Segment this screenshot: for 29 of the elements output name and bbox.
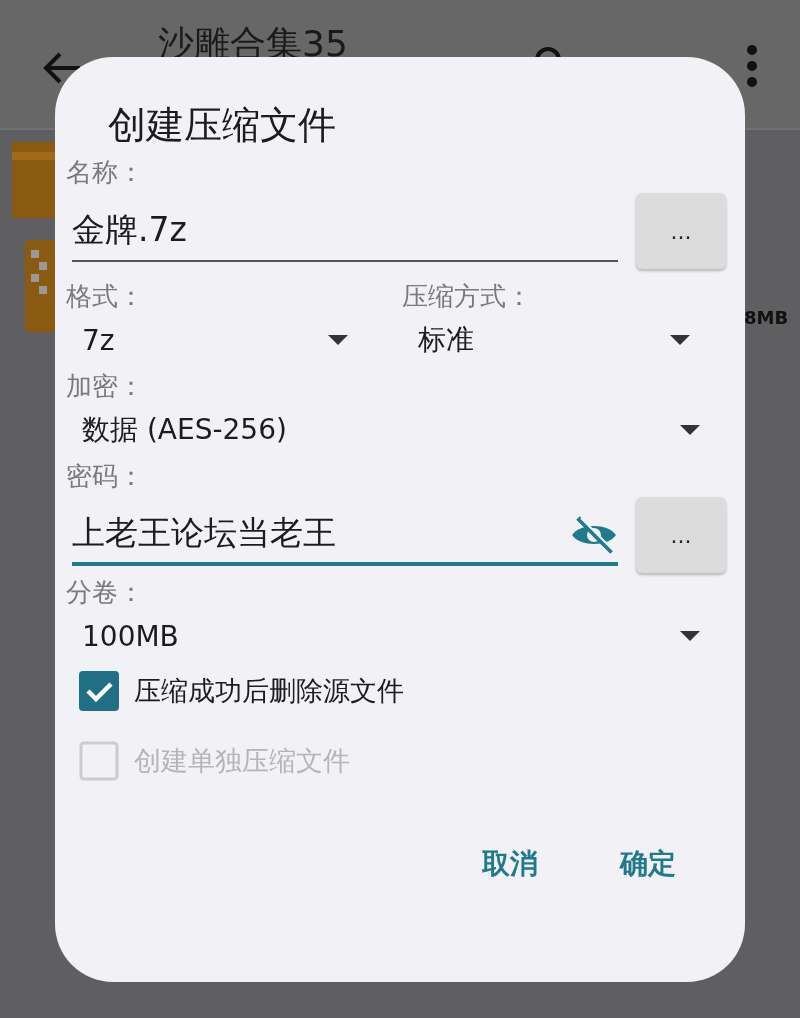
browse-button[interactable]: ... [636,497,726,573]
password-field[interactable]: 上老王论坛当老王 [72,504,618,566]
volume-dropdown[interactable]: 100MB [66,609,708,663]
dialog-title: 创建压缩文件 [108,102,336,149]
folder-icon[interactable] [12,142,56,218]
field-label: 压缩方式： [402,280,532,313]
caret-icon [328,335,348,345]
checkbox-label: 压缩成功后删除源文件 [134,674,404,708]
caret-icon [670,335,690,345]
eye-slash-icon[interactable] [570,515,618,555]
file-size: 8MB [744,307,789,328]
more-icon[interactable] [746,44,758,88]
browse-button[interactable]: ... [636,193,726,269]
encryption-dropdown[interactable]: 数据 (AES-256) [66,403,708,457]
dialog-button[interactable]: 取消 [480,841,540,887]
dialog-button[interactable]: 确定 [618,841,678,887]
field-label: 名称： [66,156,144,189]
caret-icon [680,631,700,641]
checkbox-label: 创建单独压缩文件 [134,744,350,778]
field-label: 加密： [66,370,144,403]
caret-icon [680,425,700,435]
back-icon[interactable] [42,51,82,85]
field-label: 密码： [66,460,144,493]
field-label: 格式： [66,280,144,313]
method-dropdown[interactable]: 标准 [402,313,698,367]
checkbox[interactable] [79,671,119,711]
field-label: 分卷： [66,576,144,609]
format-dropdown[interactable]: 7z [66,313,356,367]
name-field[interactable]: 金牌.7z [72,200,618,262]
